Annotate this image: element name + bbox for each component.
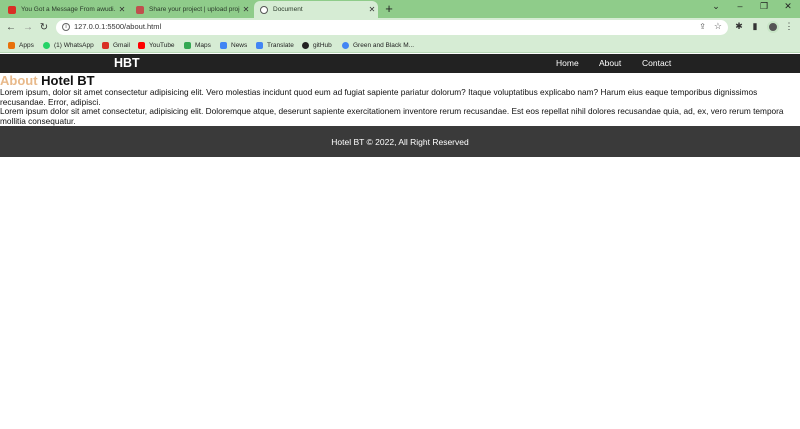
close-icon[interactable]: ✕ bbox=[240, 5, 252, 14]
close-icon[interactable]: ✕ bbox=[116, 5, 128, 14]
nav-contact-link[interactable]: Contact bbox=[642, 58, 671, 68]
tab-strip: You Got a Message From awudi... ✕ Share … bbox=[0, 0, 800, 18]
bookmark-label: Maps bbox=[195, 41, 211, 49]
maximize-icon[interactable]: ❐ bbox=[754, 1, 774, 12]
youtube-icon bbox=[138, 41, 145, 49]
new-tab-button[interactable]: + bbox=[381, 2, 397, 16]
page-title: About Hotel BT bbox=[0, 73, 800, 88]
bookmark-star-icon[interactable]: ☆ bbox=[714, 21, 722, 32]
whatsapp-icon bbox=[43, 41, 50, 49]
gmail-icon bbox=[102, 41, 109, 49]
bookmark-label: News bbox=[231, 41, 248, 49]
bookmark-apps[interactable]: Apps bbox=[8, 39, 34, 51]
forward-icon[interactable]: → bbox=[21, 21, 35, 34]
bookmark-maps[interactable]: Maps bbox=[184, 39, 211, 51]
profile-avatar[interactable] bbox=[767, 21, 779, 33]
tab-message[interactable]: You Got a Message From awudi... ✕ bbox=[2, 1, 128, 18]
window-close-icon[interactable]: ✕ bbox=[778, 1, 798, 12]
tab-title: Document bbox=[273, 6, 303, 13]
address-url[interactable]: 127.0.0.1:5500/about.html bbox=[74, 22, 161, 31]
tab-search-icon[interactable]: ⌄ bbox=[706, 1, 726, 12]
site-info-icon[interactable]: i bbox=[62, 23, 70, 31]
bookmark-label: gitHub bbox=[313, 41, 332, 49]
title-accent: About bbox=[0, 73, 38, 88]
news-icon bbox=[220, 41, 227, 49]
maps-icon bbox=[184, 41, 191, 49]
tab-share-project[interactable]: Share your project | upload proje... ✕ bbox=[130, 1, 252, 18]
extensions-icon[interactable]: ✱ bbox=[733, 21, 745, 32]
menu-icon[interactable]: ⋮ bbox=[783, 21, 795, 32]
bookmark-youtube[interactable]: YouTube bbox=[138, 39, 175, 51]
reload-icon[interactable]: ↻ bbox=[37, 21, 51, 34]
browser-toolbar: ← → ↻ i 127.0.0.1:5500/about.html ⇪ ☆ ✱ … bbox=[0, 18, 800, 37]
bookmark-news[interactable]: News bbox=[220, 39, 247, 51]
close-icon[interactable]: ✕ bbox=[366, 5, 378, 14]
share-icon[interactable]: ⇪ bbox=[699, 22, 706, 31]
bookmark-github[interactable]: gitHub bbox=[302, 39, 332, 51]
github-icon bbox=[302, 41, 309, 49]
bookmark-translate[interactable]: Translate bbox=[256, 39, 294, 51]
bookmark-label: Apps bbox=[19, 41, 34, 49]
gmail-favicon-icon bbox=[8, 5, 16, 14]
about-paragraph-1: Lorem ipsum, dolor sit amet consectetur … bbox=[0, 87, 758, 107]
bookmark-label: YouTube bbox=[149, 41, 175, 49]
bookmark-green-black[interactable]: Green and Black M... bbox=[342, 39, 414, 51]
footer-text: Hotel BT © 2022, All Right Reserved bbox=[331, 136, 469, 147]
back-icon[interactable]: ← bbox=[4, 21, 18, 34]
minimize-icon[interactable]: – bbox=[730, 1, 750, 11]
site-brand[interactable]: HBT bbox=[114, 56, 140, 70]
tab-title: Share your project | upload proje... bbox=[149, 6, 240, 13]
site-footer: Hotel BT © 2022, All Right Reserved bbox=[0, 126, 800, 157]
bookmark-label: Gmail bbox=[113, 41, 130, 49]
side-panel-icon[interactable]: ▮ bbox=[749, 21, 761, 32]
title-rest: Hotel BT bbox=[37, 73, 95, 88]
nav-about-link[interactable]: About bbox=[599, 58, 621, 68]
bookmarks-bar: Apps (1) WhatsApp Gmail YouTube Maps New… bbox=[0, 37, 800, 53]
globe-icon bbox=[342, 41, 349, 49]
bookmark-whatsapp[interactable]: (1) WhatsApp bbox=[43, 39, 94, 51]
site-navbar: HBT Home About Contact bbox=[0, 54, 800, 73]
bookmark-label: Translate bbox=[267, 41, 294, 49]
apps-grid-icon bbox=[8, 41, 15, 49]
tab-document[interactable]: Document ✕ bbox=[254, 1, 378, 18]
tab-title: You Got a Message From awudi... bbox=[21, 6, 116, 13]
main-content: About Hotel BT Lorem ipsum, dolor sit am… bbox=[0, 73, 800, 126]
bookmark-gmail[interactable]: Gmail bbox=[102, 39, 130, 51]
translate-icon bbox=[256, 41, 263, 49]
globe-icon bbox=[260, 5, 268, 14]
nav-home-link[interactable]: Home bbox=[556, 58, 579, 68]
site-favicon-icon bbox=[136, 5, 144, 14]
about-paragraph-2: Lorem ipsum dolor sit amet consectetur, … bbox=[0, 106, 784, 126]
bookmark-label: (1) WhatsApp bbox=[54, 41, 94, 49]
bookmark-label: Green and Black M... bbox=[353, 41, 415, 49]
address-bar[interactable]: i 127.0.0.1:5500/about.html ⇪ ☆ bbox=[56, 20, 728, 35]
